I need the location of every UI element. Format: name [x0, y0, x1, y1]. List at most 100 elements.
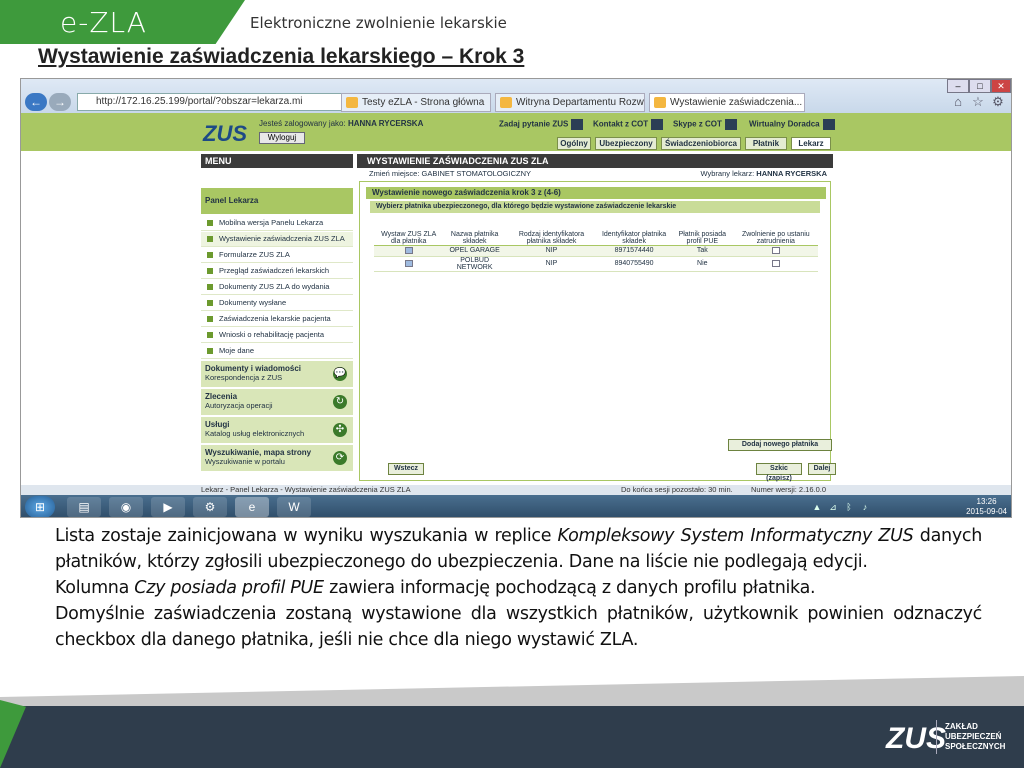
footer — [0, 706, 1024, 768]
col-header: Zwolnienie po ustaniu zatrudnienia — [733, 217, 818, 246]
contact-cot-link[interactable]: Kontakt z COT — [593, 119, 664, 130]
skype-icon — [724, 119, 737, 130]
slide-title: Wystawienie zaświadczenia lekarskiego – … — [38, 45, 525, 68]
tab-ubezpieczony[interactable]: Ubezpieczony — [595, 137, 657, 150]
back-arrow-icon[interactable]: ← — [25, 93, 47, 111]
col-header: Płatnik posiada profil PUE — [670, 217, 734, 246]
logout-button[interactable]: Wyloguj — [259, 132, 305, 144]
ie-icon[interactable]: e — [235, 497, 269, 517]
place-doctor-line: Zmień miejsce: GABINET STOMATOLOGICZNY W… — [369, 169, 827, 178]
col-header: Rodzaj identyfikatora płatnika składek — [505, 217, 598, 246]
footer-zus-logo: ZUS — [886, 722, 946, 755]
chrome-icon[interactable]: ◉ — [109, 497, 143, 517]
draft-button[interactable]: Szkic (zapisz) — [756, 463, 802, 482]
sidebar-item[interactable]: Wnioski o rehabilitację pacjenta — [201, 328, 353, 343]
sidebar-item[interactable]: Zaświadczenia lekarskie pacjenta — [201, 312, 353, 327]
ask-zus-link[interactable]: Zadaj pytanie ZUS — [499, 119, 584, 130]
services-icon: ✣ — [333, 423, 347, 437]
panel-lekarza-header[interactable]: Panel Lekarza — [201, 188, 353, 214]
maximize-icon[interactable]: □ — [969, 79, 991, 93]
close-window-icon[interactable]: ✕ — [991, 79, 1011, 93]
issue-checkbox[interactable] — [404, 246, 413, 254]
sidebar-item[interactable]: Moje dane — [201, 344, 353, 359]
logged-user: Jesteś zalogowany jako: HANNA RYCERSKA — [259, 119, 424, 128]
after-employment-checkbox[interactable] — [771, 246, 780, 254]
tab-swiadczeniobiorca[interactable]: Świadczeniobiorca — [661, 137, 741, 150]
description-text: Lista zostaje zainicjowana w wyniku wysz… — [55, 523, 982, 653]
explorer-icon[interactable]: ▤ — [67, 497, 101, 517]
bullet-icon — [207, 300, 213, 306]
sidebar-item[interactable]: Formularze ZUS ZLA — [201, 248, 353, 263]
star-icon[interactable]: ☆ — [971, 95, 985, 109]
skype-cot-link[interactable]: Skype z COT — [673, 119, 737, 130]
sidebar-item[interactable]: Dokumenty ZUS ZLA do wydania — [201, 280, 353, 295]
tab-favicon-icon — [346, 97, 358, 108]
sidebar-item[interactable]: Dokumenty wysłane — [201, 296, 353, 311]
main-header: WYSTAWIENIE ZAŚWIADCZENIA ZUS ZLA — [357, 154, 833, 168]
tab-ogolny[interactable]: Ogólny — [557, 137, 591, 150]
bluetooth-icon[interactable]: ᛒ — [843, 501, 855, 513]
col-header: Identyfikator płatnika składek — [597, 217, 671, 246]
tray-icon[interactable]: ▲ — [811, 501, 823, 513]
sidebar-section-orders[interactable]: Zlecenia Autoryzacja operacji ↻ — [201, 389, 353, 416]
word-icon[interactable]: W — [277, 497, 311, 517]
brand-subtitle: Elektroniczne zwolnienie lekarskie — [250, 14, 507, 32]
chat-icon: 💬 — [333, 367, 347, 381]
payer-id: 8940755490 — [597, 256, 671, 272]
address-bar[interactable]: http://172.16.25.199/portal/?obszar=leka… — [77, 93, 347, 111]
table-row: POLBUD NETWORK NIP 8940755490 Nie — [374, 256, 818, 272]
back-button[interactable]: Wstecz — [388, 463, 424, 475]
step-bar: Wystawienie nowego zaświadczenia krok 3 … — [366, 187, 826, 199]
col-header: Wystaw ZUS ZLA dla płatnika — [374, 217, 444, 246]
paragraph: Lista zostaje zainicjowana w wyniku wysz… — [55, 526, 982, 572]
id-type: NIP — [505, 245, 598, 257]
tab-favicon-icon — [654, 97, 666, 108]
pue-profile: Tak — [670, 245, 734, 257]
col-header: Nazwa płatnika składek — [443, 217, 506, 246]
zus-portal: ZUS Jesteś zalogowany jako: HANNA RYCERS… — [21, 113, 1011, 485]
issue-checkbox[interactable] — [404, 259, 413, 267]
virtual-advisor-link[interactable]: Wirtualny Doradca — [749, 119, 835, 130]
after-employment-checkbox[interactable] — [771, 259, 780, 267]
sync-icon: ⟳ — [333, 451, 347, 465]
windows-taskbar: ⊞ ▤ ◉ ▶ ⚙ e W ▲ ⊿ ᛒ ♪ 13:26 2015-09-04 — [21, 495, 1011, 517]
payer-id: 8971574440 — [597, 245, 671, 257]
info-icon — [651, 119, 664, 130]
brand-logo: e-ZLA — [60, 6, 147, 39]
sidebar: Panel Lekarza Mobilna wersja Panelu Leka… — [201, 168, 353, 485]
sidebar-section-search[interactable]: Wyszukiwanie, mapa strony Wyszukiwanie w … — [201, 445, 353, 472]
bullet-icon — [207, 316, 213, 322]
windows-start-icon[interactable]: ⊞ — [25, 496, 55, 517]
sidebar-section-documents[interactable]: Dokumenty i wiadomości Korespondencja z Z… — [201, 361, 353, 388]
browser-tab[interactable]: Witryna Departamentu Rozwoj... — [495, 93, 645, 112]
bullet-icon — [207, 284, 213, 290]
payer-name: POLBUD NETWORK — [443, 256, 506, 272]
place-link[interactable]: GABINET STOMATOLOGICZNY — [422, 169, 531, 178]
media-player-icon[interactable]: ▶ — [151, 497, 185, 517]
network-icon[interactable]: ⊿ — [827, 501, 839, 513]
gear-icon[interactable]: ⚙ — [991, 95, 1005, 109]
pue-profile: Nie — [670, 256, 734, 272]
forward-arrow-icon[interactable]: → — [49, 93, 71, 111]
sidebar-item[interactable]: Przegląd zaświadczeń lekarskich — [201, 264, 353, 279]
sidebar-section-services[interactable]: Usługi Katalog usług elektronicznych ✣ — [201, 417, 353, 444]
volume-icon[interactable]: ♪ — [859, 501, 871, 513]
tab-platnik[interactable]: Płatnik — [745, 137, 787, 150]
browser-screenshot: – □ ✕ ← → http://172.16.25.199/portal/?o… — [20, 78, 1012, 518]
payers-table: Wystaw ZUS ZLA dla płatnika Nazwa płatni… — [374, 217, 818, 272]
add-payer-button[interactable]: Dodaj nowego płatnika — [728, 439, 832, 451]
home-icon[interactable]: ⌂ — [951, 95, 965, 109]
sidebar-item-selected[interactable]: Wystawienie zaświadczenia ZUS ZLA — [201, 232, 353, 247]
browser-tab-active[interactable]: Wystawienie zaświadczenia... — [649, 93, 805, 112]
next-button[interactable]: Dalej — [808, 463, 836, 475]
settings-icon[interactable]: ⚙ — [193, 497, 227, 517]
browser-tab[interactable]: Testy eZLA - Strona główna — [341, 93, 491, 112]
bullet-icon — [207, 236, 213, 242]
question-icon — [571, 119, 584, 130]
minimize-icon[interactable]: – — [947, 79, 969, 93]
bullet-icon — [207, 268, 213, 274]
refresh-icon: ↻ — [333, 395, 347, 409]
clock[interactable]: 13:26 2015-09-04 — [966, 497, 1007, 517]
tab-lekarz[interactable]: Lekarz — [791, 137, 831, 150]
sidebar-item[interactable]: Mobilna wersja Panelu Lekarza — [201, 216, 353, 231]
